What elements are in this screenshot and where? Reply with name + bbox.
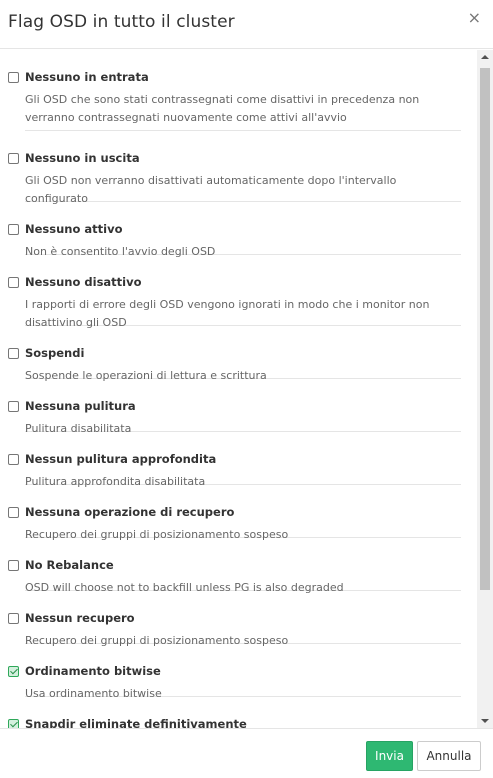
flag-description: Gli OSD che sono stati contrassegnati co…: [25, 93, 420, 124]
flag-item[interactable]: Snapdir eliminate definitivamente: [8, 697, 461, 728]
flag-label: Ordinamento bitwise: [25, 664, 161, 678]
scrollbar[interactable]: [477, 50, 493, 728]
flag-checkbox-checked[interactable]: [8, 719, 19, 728]
flag-item[interactable]: Nessuno attivo Non è consentito l'avvio …: [8, 202, 461, 258]
flag-checkbox[interactable]: [8, 224, 19, 235]
flag-item[interactable]: Nessuna pulitura Pulitura disabilitata: [8, 379, 461, 435]
flag-item[interactable]: No Rebalance OSD will choose not to back…: [8, 538, 461, 594]
flags-list: Nessuno in entrata Gli OSD che sono stat…: [0, 50, 477, 728]
scrollbar-thumb[interactable]: [480, 68, 490, 590]
flag-label: Nessun recupero: [25, 611, 135, 625]
scroll-down-arrow-icon[interactable]: [481, 719, 489, 723]
flag-label: Nessuna pulitura: [25, 399, 136, 413]
flag-label: Snapdir eliminate definitivamente: [25, 717, 247, 728]
flag-item[interactable]: Sospendi Sospende le operazioni di lettu…: [8, 326, 461, 382]
flag-checkbox-checked[interactable]: [8, 666, 19, 677]
flag-checkbox[interactable]: [8, 401, 19, 412]
flag-checkbox[interactable]: [8, 507, 19, 518]
osd-flags-dialog: Flag OSD in tutto il cluster × Nessuno i…: [0, 0, 493, 778]
flag-item[interactable]: Nessuno in uscita Gli OSD non verranno d…: [8, 131, 461, 205]
flag-item[interactable]: Nessun recupero Recupero dei gruppi di p…: [8, 591, 461, 647]
dialog-title: Flag OSD in tutto il cluster: [8, 12, 235, 32]
flag-item[interactable]: Nessuno disattivo I rapporti di errore d…: [8, 255, 461, 329]
flag-label: Nessuna operazione di recupero: [25, 505, 235, 519]
flag-label: Nessuno attivo: [25, 222, 123, 236]
flag-label: Nessuno in uscita: [25, 151, 140, 165]
flag-item[interactable]: Nessun pulitura approfondita Pulitura ap…: [8, 432, 461, 488]
dialog-footer: Invia Annulla: [0, 728, 493, 778]
flag-checkbox[interactable]: [8, 348, 19, 359]
flag-label: Nessun pulitura approfondita: [25, 452, 217, 466]
flag-checkbox[interactable]: [8, 454, 19, 465]
flag-checkbox[interactable]: [8, 153, 19, 164]
flag-label: Nessuno in entrata: [25, 70, 149, 84]
flag-checkbox[interactable]: [8, 560, 19, 571]
submit-button[interactable]: Invia: [366, 741, 413, 771]
cancel-button[interactable]: Annulla: [417, 741, 481, 771]
flag-label: Sospendi: [25, 346, 85, 360]
scroll-up-arrow-icon[interactable]: [481, 55, 489, 59]
flag-checkbox[interactable]: [8, 613, 19, 624]
flag-item[interactable]: Nessuno in entrata Gli OSD che sono stat…: [8, 50, 461, 131]
flag-item[interactable]: Nessuna operazione di recupero Recupero …: [8, 485, 461, 541]
flag-label: No Rebalance: [25, 558, 114, 572]
close-icon[interactable]: ×: [468, 10, 481, 26]
flag-checkbox[interactable]: [8, 72, 19, 83]
flag-checkbox[interactable]: [8, 277, 19, 288]
flag-item[interactable]: Ordinamento bitwise Usa ordinamento bitw…: [8, 644, 461, 700]
dialog-header: Flag OSD in tutto il cluster ×: [0, 0, 493, 49]
flag-label: Nessuno disattivo: [25, 275, 142, 289]
